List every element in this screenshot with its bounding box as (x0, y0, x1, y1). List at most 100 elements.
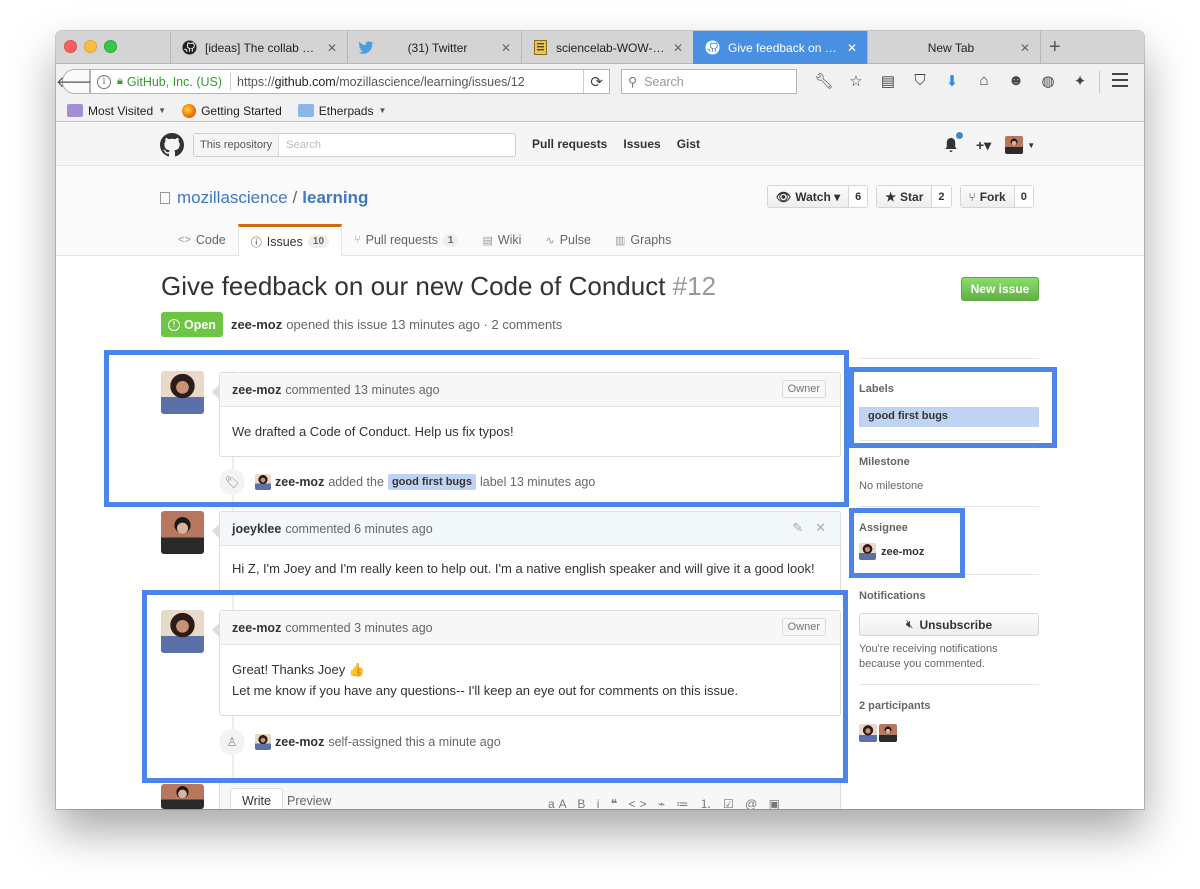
browser-tab[interactable]: [ideas] The collab co... ✕ (170, 31, 347, 64)
search-bar[interactable]: ⚲ Search (621, 69, 797, 94)
pulse-icon: ∿ (545, 234, 555, 247)
tab-wiki[interactable]: ▤ Wiki (470, 224, 533, 256)
star-button[interactable]: ★ Star (877, 186, 933, 207)
issue-author-link[interactable]: zee-moz (231, 317, 282, 332)
tab-divider (1040, 31, 1041, 64)
avatar[interactable] (859, 724, 877, 742)
user-avatar[interactable] (1005, 136, 1024, 154)
bookmark-label: Etherpads (318, 103, 374, 118)
tab-label: Pull requests (365, 233, 438, 247)
repo-owner-link[interactable]: mozillascience (177, 188, 288, 208)
create-new-menu[interactable]: +▾ (976, 137, 991, 154)
pencil-icon[interactable]: ✎ (792, 520, 803, 536)
unsubscribe-button[interactable]: 🔇︎ Unsubscribe (859, 613, 1039, 636)
watch-label: Watch ▾ (795, 189, 841, 204)
browser-tab[interactable]: (31) Twitter ✕ (347, 31, 521, 64)
issue-meta: ! Open zee-moz opened this issue 13 minut… (161, 312, 562, 337)
bookmark-etherpads[interactable]: Etherpads ▼ (297, 103, 386, 118)
url-bar[interactable]: i 🔒︎ GitHub, Inc. (US) https://github.co… (90, 69, 610, 94)
issue-meta-text: opened this issue 13 minutes ago · 2 com… (286, 317, 563, 332)
unread-dot (955, 131, 964, 140)
github-logo-icon[interactable] (160, 133, 184, 157)
browser-tab-active[interactable]: Give feedback on ou... ✕ (693, 31, 867, 64)
editor-toolbar[interactable]: aA B i ❝ <> ⌁ ≔ ⒈ ☑ @ ▣ (548, 795, 784, 809)
notification-text: You're receiving notifications (859, 643, 998, 655)
tab-close-icon[interactable]: ✕ (847, 41, 857, 55)
pocket-icon[interactable]: ⛉ (904, 72, 936, 90)
tab-pulse[interactable]: ∿ Pulse (533, 224, 603, 256)
star-count[interactable]: 2 (932, 186, 951, 207)
smiley-icon[interactable]: ☻ (1000, 72, 1032, 90)
avatar[interactable] (161, 784, 204, 809)
chevron-down-icon[interactable]: ▼ (1027, 141, 1035, 150)
nav-gist[interactable]: Gist (677, 137, 700, 151)
nav-issues[interactable]: Issues (623, 137, 660, 151)
nav-pull-requests[interactable]: Pull requests (532, 137, 607, 151)
maximize-window-button[interactable] (104, 40, 117, 53)
search-scope: This repository (194, 134, 280, 156)
comment-meta[interactable]: commented 6 minutes ago (285, 522, 432, 536)
repo-tabs: <> Code ⓘ Issues 10 ⑂ Pull requests 1 ▤ Wiki ∿… (166, 224, 683, 257)
info-icon[interactable]: i (97, 74, 111, 89)
tab-close-icon[interactable]: ✕ (673, 41, 683, 55)
globe-icon[interactable]: ◍ (1032, 72, 1064, 90)
download-icon[interactable]: ⬇ (936, 72, 968, 90)
fork-button[interactable]: ⑂ Fork (960, 186, 1015, 207)
browser-tab[interactable]: New Tab ✕ (867, 31, 1040, 64)
reading-list-icon[interactable]: ▤ (872, 72, 904, 90)
divider (859, 506, 1039, 507)
milestone-heading[interactable]: Milestone (859, 456, 910, 468)
tab-close-icon[interactable]: ✕ (327, 41, 337, 55)
watch-count[interactable]: 6 (849, 186, 868, 207)
tab-label: Issues (266, 234, 303, 249)
menu-icon[interactable] (1112, 73, 1128, 91)
pull-request-icon: ⑂ (354, 234, 361, 246)
tab-pull-requests[interactable]: ⑂ Pull requests 1 (342, 224, 470, 256)
new-issue-button[interactable]: New issue (961, 277, 1039, 301)
header-actions: +▾ ▼ (944, 131, 1035, 154)
comment-text: Hi Z, I'm Joey and I'm really keen to he… (232, 561, 815, 576)
avatar[interactable] (161, 511, 204, 554)
fork-count[interactable]: 0 (1014, 186, 1033, 207)
site-identity: GitHub, Inc. (US) (126, 74, 223, 89)
reload-icon[interactable]: ⟳ (583, 70, 609, 93)
tab-code[interactable]: <> Code (166, 224, 238, 256)
back-button[interactable]: 🡐 (56, 69, 96, 94)
star-icon[interactable]: ☆ (840, 72, 872, 90)
browser-tab[interactable]: sciencelab-WOW-git... ✕ (521, 31, 693, 64)
home-icon[interactable]: ⌂ (968, 72, 1000, 90)
comment-actions: ✎ ✕ (780, 520, 826, 536)
repo-name-link[interactable]: learning (302, 188, 368, 208)
eye-icon: 👁︎ (776, 189, 792, 204)
bookmark-label: Getting Started (201, 103, 282, 118)
comment-author-link[interactable]: joeyklee (232, 522, 281, 536)
nav-bar: 🡐 i 🔒︎ GitHub, Inc. (US) https://github.… (56, 64, 1144, 100)
close-window-button[interactable] (64, 40, 77, 53)
tab-label: Wiki (497, 233, 522, 247)
close-icon[interactable]: ✕ (815, 520, 826, 536)
tab-write[interactable]: Write (230, 788, 283, 809)
new-tab-button[interactable]: + (1049, 36, 1061, 59)
tab-graphs[interactable]: ▥ Graphs (603, 224, 683, 256)
repo-search-input[interactable]: This repository Search (193, 133, 516, 157)
url-text[interactable]: https://github.com/mozillascience/learni… (237, 75, 583, 89)
tab-close-icon[interactable]: ✕ (1020, 41, 1030, 55)
extension-icon[interactable]: ✦ (1064, 72, 1096, 90)
tab-strip: [ideas] The collab co... ✕ (31) Twitter … (56, 31, 1144, 64)
notifications-bell-icon[interactable] (944, 131, 964, 153)
star-button-group: ★ Star 2 (876, 185, 952, 208)
tab-preview[interactable]: Preview (276, 788, 342, 809)
minimize-window-button[interactable] (84, 40, 97, 53)
bookmark-getting-started[interactable]: Getting Started (182, 103, 282, 118)
divider (1099, 71, 1100, 93)
url-host: github.com (274, 74, 336, 89)
repo-title: mozillascience / learning (160, 188, 368, 208)
wrench-icon[interactable]: 🔧︎ (808, 72, 840, 90)
notifications-heading: Notifications (859, 590, 926, 602)
watch-button[interactable]: 👁︎ Watch ▾ (768, 186, 850, 207)
bookmark-most-visited[interactable]: Most Visited ▼ (67, 104, 166, 118)
tab-issues[interactable]: ⓘ Issues 10 (237, 224, 343, 257)
tab-close-icon[interactable]: ✕ (501, 41, 511, 55)
avatar[interactable] (879, 724, 897, 742)
issue-title-text: Give feedback on our new Code of Conduct (161, 271, 666, 301)
